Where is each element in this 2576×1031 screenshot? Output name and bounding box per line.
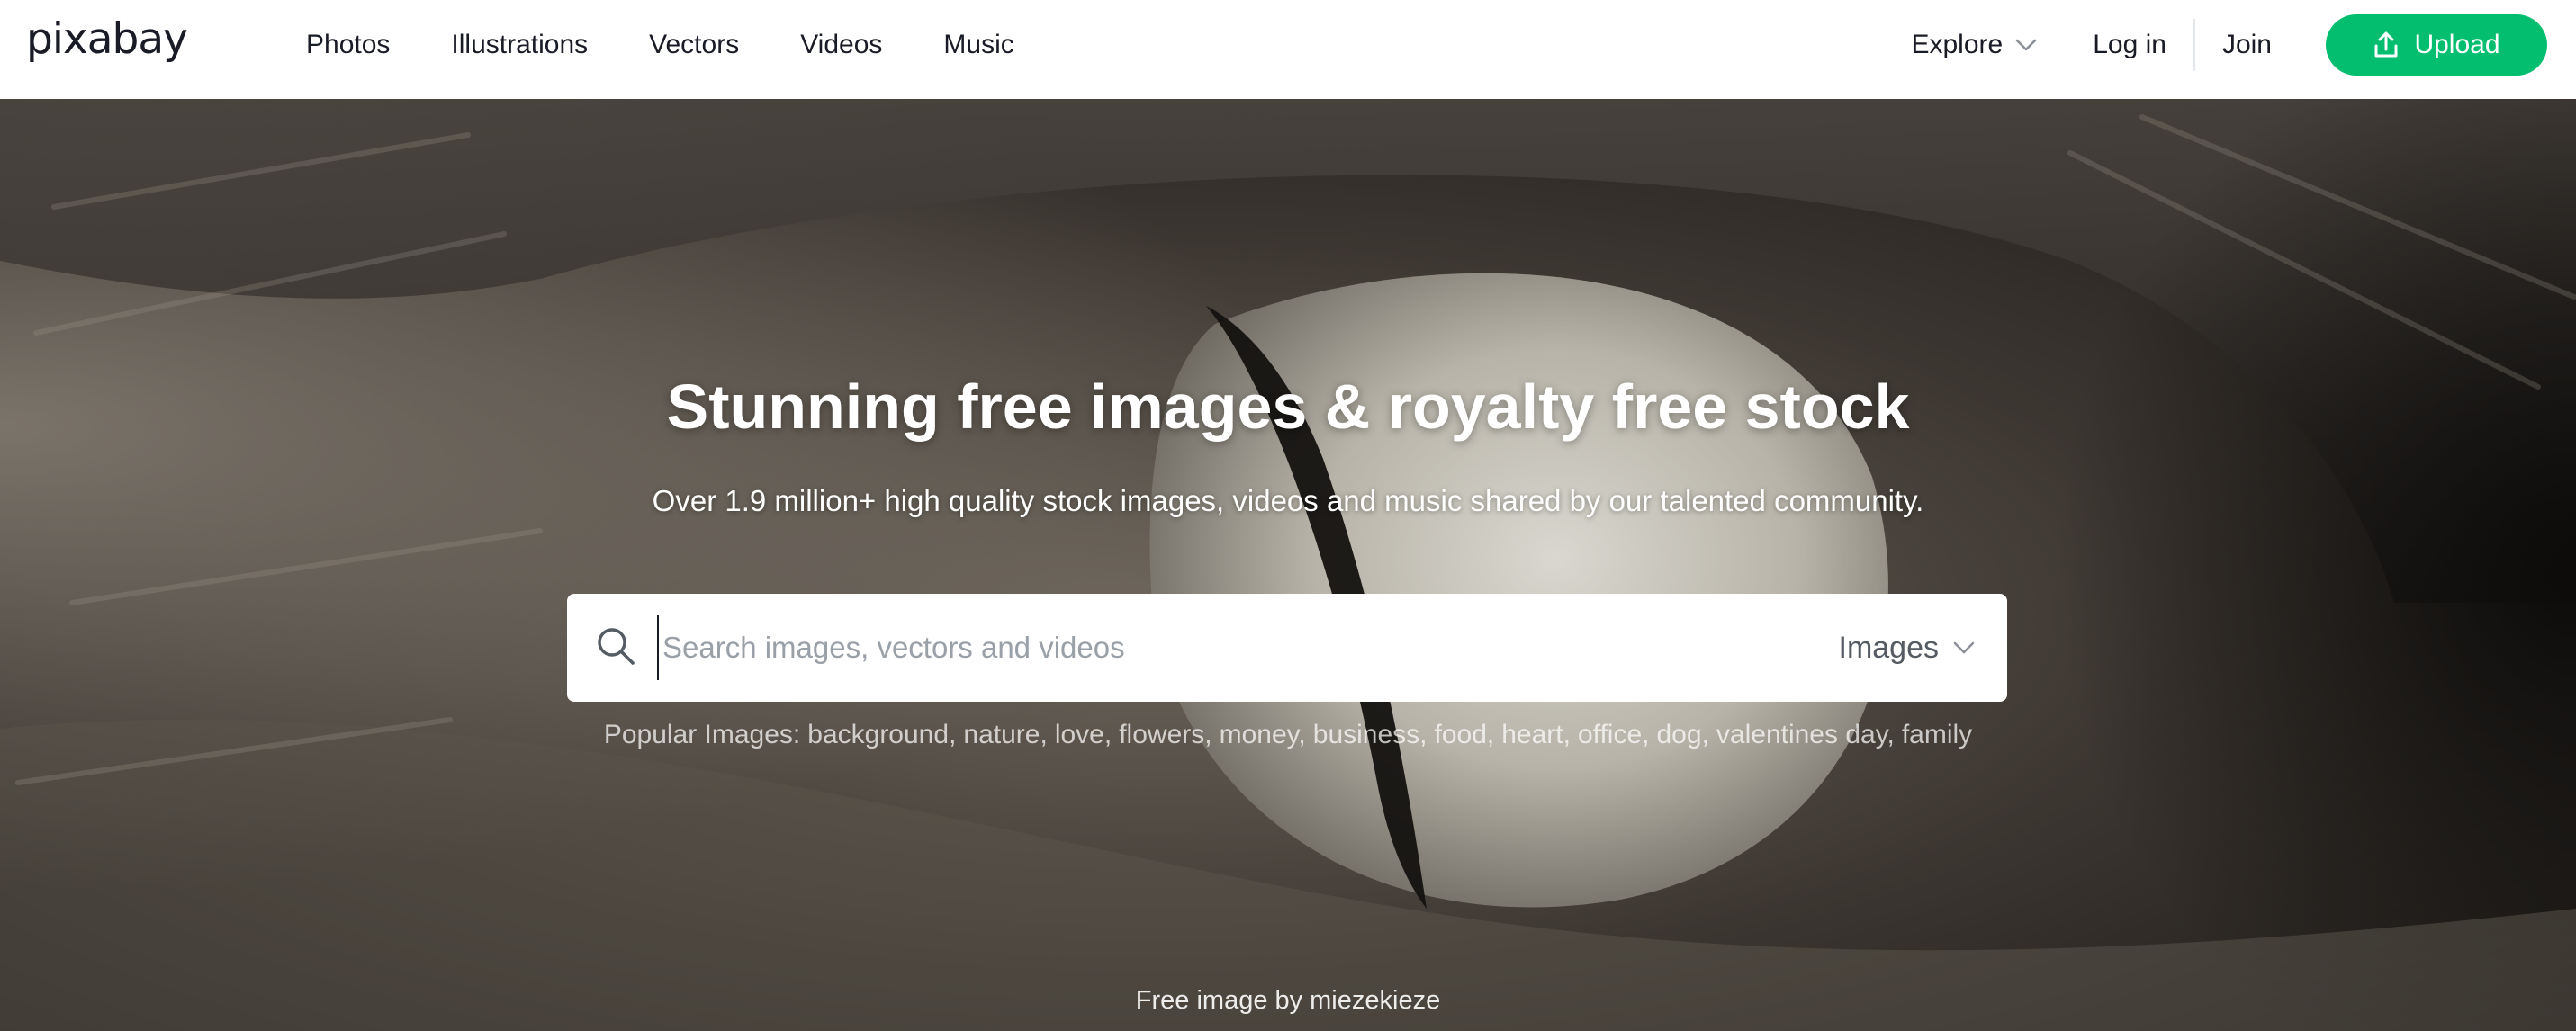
login-link[interactable]: Log in	[2093, 30, 2193, 60]
popular-separator: ,	[1563, 720, 1571, 749]
popular-tag[interactable]: family	[1902, 720, 1972, 749]
pixabay-logo[interactable]: pixabay	[26, 14, 188, 64]
popular-tag[interactable]: food	[1435, 720, 1487, 749]
popular-tag[interactable]: valentines day	[1716, 720, 1887, 749]
upload-label: Upload	[2414, 30, 2500, 59]
site-header: pixabay Photos Illustrations Vectors Vid…	[0, 0, 2576, 99]
hero-background-image	[0, 99, 2576, 1031]
join-link[interactable]: Join	[2222, 30, 2272, 60]
popular-tag[interactable]: money	[1220, 720, 1299, 749]
popular-tag[interactable]: love	[1055, 720, 1104, 749]
explore-label: Explore	[1911, 30, 2004, 59]
nav-vectors[interactable]: Vectors	[649, 30, 739, 60]
popular-separator: ,	[1486, 720, 1495, 749]
header-divider	[2193, 19, 2195, 71]
popular-tag[interactable]: heart	[1501, 720, 1563, 749]
hero-section: Stunning free images & royalty free stoc…	[0, 99, 2576, 1031]
popular-separator: ,	[949, 720, 957, 749]
popular-searches: Popular Images: background, nature, love, fl…	[0, 720, 2576, 750]
popular-tag[interactable]: office	[1578, 720, 1642, 749]
media-type-selected: Images	[1838, 630, 1940, 665]
popular-tag[interactable]: flowers	[1119, 720, 1204, 749]
popular-tag[interactable]: background	[807, 720, 949, 749]
search-icon[interactable]	[594, 624, 637, 668]
media-type-select[interactable]: Images	[1839, 594, 1976, 702]
popular-tag[interactable]: nature	[963, 720, 1040, 749]
search-bar: Images	[567, 594, 2007, 702]
popular-tag[interactable]: dog	[1657, 720, 1702, 749]
popular-separator: ,	[1642, 720, 1650, 749]
popular-separator: ,	[1887, 720, 1895, 749]
hero-title: Stunning free images & royalty free stoc…	[666, 372, 1910, 442]
popular-label: Popular Images:	[603, 720, 801, 749]
nav-photos[interactable]: Photos	[306, 30, 390, 60]
header-actions: Explore Log in Join Upload	[1911, 0, 2547, 90]
popular-separator: ,	[1204, 720, 1212, 749]
hero-subtitle: Over 1.9 million+ high quality stock ima…	[652, 484, 1924, 517]
image-credit: Free image by miezekieze	[0, 986, 2576, 1016]
chevron-down-icon	[1953, 641, 1975, 654]
upload-icon	[2374, 31, 2398, 58]
popular-separator: ,	[1040, 720, 1048, 749]
credit-prefix: Free image by	[1135, 986, 1303, 1015]
credit-author-link[interactable]: miezekieze	[1310, 986, 1440, 1015]
popular-separator: ,	[1701, 720, 1709, 749]
popular-separator: ,	[1419, 720, 1428, 749]
nav-music[interactable]: Music	[943, 30, 1013, 60]
nav-videos[interactable]: Videos	[800, 30, 882, 60]
explore-menu[interactable]: Explore	[1911, 30, 2037, 60]
search-input[interactable]	[657, 615, 1467, 680]
main-nav: Photos Illustrations Vectors Videos Musi…	[306, 0, 1076, 90]
popular-separator: ,	[1103, 720, 1112, 749]
popular-tag[interactable]: business	[1313, 720, 1419, 749]
upload-button[interactable]: Upload	[2326, 14, 2547, 76]
nav-illustrations[interactable]: Illustrations	[451, 30, 588, 60]
chevron-down-icon	[2015, 39, 2037, 51]
popular-separator: ,	[1298, 720, 1306, 749]
